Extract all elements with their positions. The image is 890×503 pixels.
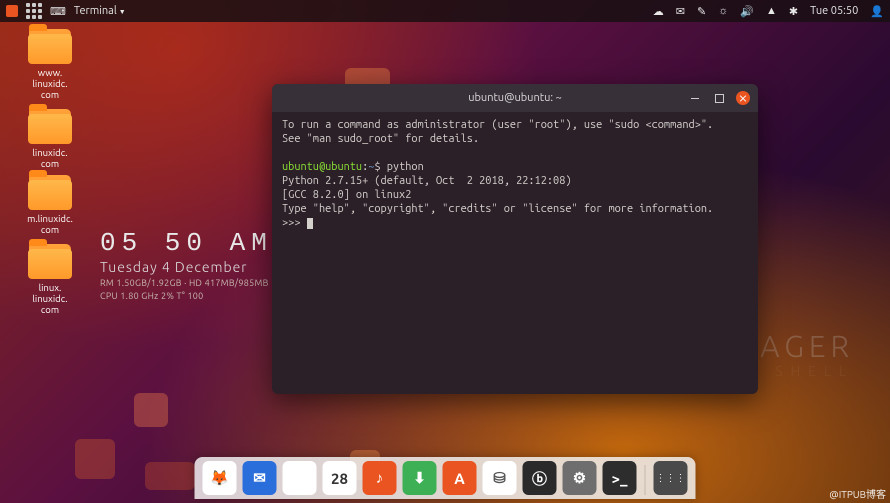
bg-decoration: [134, 393, 168, 427]
mail-indicator-icon[interactable]: ✉: [676, 5, 685, 18]
clock-time: 05 50 AM: [100, 228, 273, 258]
source-watermark: @ITPUB博客: [829, 486, 886, 501]
dock-mail[interactable]: ✉: [243, 461, 277, 495]
clock-stat-cpu: CPU 1.80 GHz 2% T° 100: [100, 291, 273, 301]
keyboard-icon[interactable]: ⌨: [50, 5, 66, 18]
folder-label: www.linuxidc.com: [20, 67, 80, 100]
bg-decoration: [75, 439, 115, 479]
cloud-icon[interactable]: ☁: [653, 5, 664, 18]
dock-appcenter[interactable]: ⬇: [403, 461, 437, 495]
network-icon[interactable]: ▲: [766, 5, 777, 17]
terminal-window[interactable]: ubuntu@ubuntu: ~ To run a command as adm…: [272, 84, 758, 394]
dock-disks[interactable]: ⛁: [483, 461, 517, 495]
folder-label: linuxidc.com: [20, 147, 80, 169]
maximize-button[interactable]: [712, 91, 726, 105]
dock-settings[interactable]: ⚙: [563, 461, 597, 495]
dock-terminal[interactable]: >_: [603, 461, 637, 495]
folder-icon: [29, 244, 71, 278]
settings-icon[interactable]: ✱: [789, 5, 798, 18]
desktop-folder[interactable]: www.linuxidc.com: [20, 29, 80, 100]
dock-music[interactable]: ♪: [363, 461, 397, 495]
dock-calendar[interactable]: 28: [323, 461, 357, 495]
top-panel: ⌨ Terminal▼ ☁ ✉ ✎ ☼ 🔊 ▲ ✱ Tue 05:50 👤: [0, 0, 890, 22]
folder-icon: [29, 109, 71, 143]
clock-date: Tuesday 4 December: [100, 259, 273, 275]
desktop-folder[interactable]: linux.linuxidc.com: [20, 244, 80, 315]
dock-banshee[interactable]: ⓑ: [523, 461, 557, 495]
activities-button[interactable]: [6, 5, 18, 17]
volume-icon[interactable]: 🔊: [740, 5, 754, 18]
terminal-body[interactable]: To run a command as administrator (user …: [272, 112, 758, 394]
app-menu[interactable]: Terminal▼: [74, 5, 126, 17]
close-button[interactable]: [736, 91, 750, 105]
folder-label: m.linuxidc.com: [20, 213, 80, 235]
minimize-button[interactable]: [688, 91, 702, 105]
user-icon[interactable]: 👤: [870, 5, 884, 18]
clock-stat-ram: RM 1.50GB/1.92GB · HD 417MB/985MB: [100, 278, 273, 288]
terminal-titlebar[interactable]: ubuntu@ubuntu: ~: [272, 84, 758, 112]
edit-icon[interactable]: ✎: [697, 5, 706, 18]
folder-icon: [29, 175, 71, 209]
dock: 🦊✉✎28♪⬇A⛁ⓑ⚙>_ ⋮⋮⋮: [195, 457, 696, 499]
dock-software[interactable]: A: [443, 461, 477, 495]
desktop-folder[interactable]: m.linuxidc.com: [20, 175, 80, 235]
brightness-icon[interactable]: ☼: [718, 5, 728, 17]
dock-notes[interactable]: ✎: [283, 461, 317, 495]
terminal-title: ubuntu@ubuntu: ~: [468, 92, 562, 104]
cursor: [307, 218, 313, 229]
dock-separator: [645, 465, 646, 495]
clock-label[interactable]: Tue 05:50: [810, 5, 858, 17]
desktop-clock-widget: 05 50 AM Tuesday 4 December RM 1.50GB/1.…: [100, 228, 273, 301]
dock-firefox[interactable]: 🦊: [203, 461, 237, 495]
bg-decoration: [145, 462, 195, 490]
folder-label: linux.linuxidc.com: [20, 282, 80, 315]
dock-apps[interactable]: ⋮⋮⋮: [654, 461, 688, 495]
apps-grid-icon[interactable]: [26, 3, 42, 19]
folder-icon: [29, 29, 71, 63]
desktop: ⌨ Terminal▼ ☁ ✉ ✎ ☼ 🔊 ▲ ✱ Tue 05:50 👤 ww…: [0, 0, 890, 503]
desktop-folder[interactable]: linuxidc.com: [20, 109, 80, 169]
